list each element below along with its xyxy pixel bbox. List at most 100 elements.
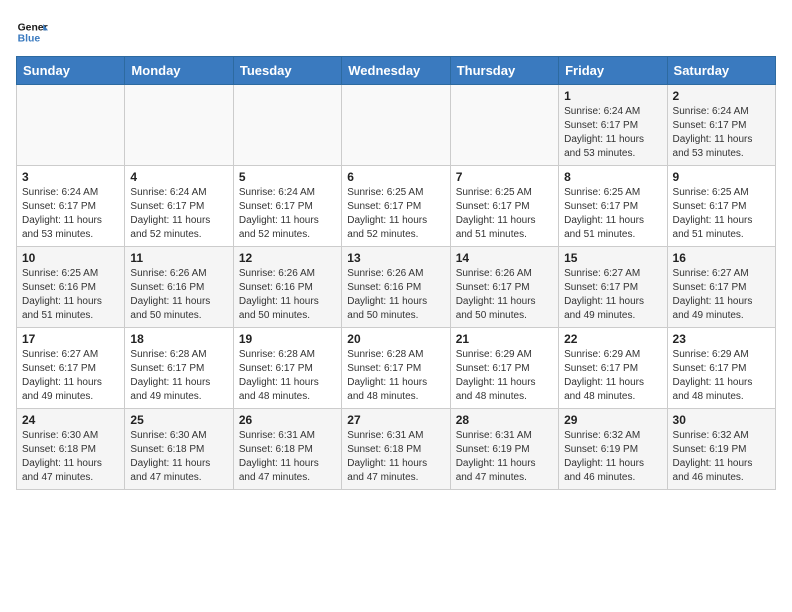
day-info: Sunrise: 6:29 AM Sunset: 6:17 PM Dayligh… xyxy=(456,348,553,404)
day-number: 22 xyxy=(564,332,661,346)
calendar-cell: 22 Sunrise: 6:29 AM Sunset: 6:17 PM Dayli… xyxy=(559,328,667,409)
day-info: Sunrise: 6:24 AM Sunset: 6:17 PM Dayligh… xyxy=(22,186,119,242)
day-number: 16 xyxy=(673,251,770,265)
day-info: Sunrise: 6:30 AM Sunset: 6:18 PM Dayligh… xyxy=(22,429,119,485)
weekday-header: Sunday xyxy=(17,57,125,85)
day-number: 24 xyxy=(22,413,119,427)
calendar-cell: 4 Sunrise: 6:24 AM Sunset: 6:17 PM Daylig… xyxy=(125,166,233,247)
day-number: 12 xyxy=(239,251,336,265)
calendar-cell: 18 Sunrise: 6:28 AM Sunset: 6:17 PM Dayli… xyxy=(125,328,233,409)
day-info: Sunrise: 6:29 AM Sunset: 6:17 PM Dayligh… xyxy=(673,348,770,404)
weekday-header: Thursday xyxy=(450,57,558,85)
day-number: 5 xyxy=(239,170,336,184)
calendar-cell: 3Sunrise: 6:24 AM Sunset: 6:17 PM Daylig… xyxy=(17,166,125,247)
calendar-cell xyxy=(125,85,233,166)
calendar-cell: 7Sunrise: 6:25 AM Sunset: 6:17 PM Daylig… xyxy=(450,166,558,247)
calendar-table: SundayMondayTuesdayWednesdayThursdayFrid… xyxy=(16,56,776,490)
day-number: 19 xyxy=(239,332,336,346)
day-number: 14 xyxy=(456,251,553,265)
day-number: 18 xyxy=(130,332,227,346)
calendar-cell: 11 Sunrise: 6:26 AM Sunset: 6:16 PM Dayli… xyxy=(125,247,233,328)
day-info: Sunrise: 6:28 AM Sunset: 6:17 PM Dayligh… xyxy=(239,348,336,404)
calendar-cell: 8 Sunrise: 6:25 AM Sunset: 6:17 PM Daylig… xyxy=(559,166,667,247)
day-number: 23 xyxy=(673,332,770,346)
calendar-header: SundayMondayTuesdayWednesdayThursdayFrid… xyxy=(17,57,776,85)
weekday-header: Monday xyxy=(125,57,233,85)
calendar-cell: 10 Sunrise: 6:25 AM Sunset: 6:16 PM Dayli… xyxy=(17,247,125,328)
day-info: Sunrise: 6:24 AM Sunset: 6:17 PM Dayligh… xyxy=(130,186,227,242)
day-number: 25 xyxy=(130,413,227,427)
calendar-cell: 6 Sunrise: 6:25 AM Sunset: 6:17 PM Daylig… xyxy=(342,166,450,247)
day-info: Sunrise: 6:24 AM Sunset: 6:17 PM Dayligh… xyxy=(564,105,661,161)
day-info: Sunrise: 6:26 AM Sunset: 6:16 PM Dayligh… xyxy=(130,267,227,323)
day-number: 10 xyxy=(22,251,119,265)
calendar-cell: 29 Sunrise: 6:32 AM Sunset: 6:19 PM Dayli… xyxy=(559,409,667,490)
day-number: 21 xyxy=(456,332,553,346)
day-number: 1 xyxy=(564,89,661,103)
weekday-header: Tuesday xyxy=(233,57,341,85)
day-number: 9 xyxy=(673,170,770,184)
calendar-cell: 15 Sunrise: 6:27 AM Sunset: 6:17 PM Dayli… xyxy=(559,247,667,328)
calendar-cell: 1 Sunrise: 6:24 AM Sunset: 6:17 PM Daylig… xyxy=(559,85,667,166)
day-number: 29 xyxy=(564,413,661,427)
day-number: 2 xyxy=(673,89,770,103)
day-number: 17 xyxy=(22,332,119,346)
day-number: 27 xyxy=(347,413,444,427)
calendar-cell: 13 Sunrise: 6:26 AM Sunset: 6:16 PM Dayli… xyxy=(342,247,450,328)
calendar-cell: 25 Sunrise: 6:30 AM Sunset: 6:18 PM Dayli… xyxy=(125,409,233,490)
calendar-cell: 27 Sunrise: 6:31 AM Sunset: 6:18 PM Dayli… xyxy=(342,409,450,490)
day-info: Sunrise: 6:32 AM Sunset: 6:19 PM Dayligh… xyxy=(564,429,661,485)
weekday-header: Saturday xyxy=(667,57,775,85)
day-info: Sunrise: 6:26 AM Sunset: 6:16 PM Dayligh… xyxy=(239,267,336,323)
day-number: 20 xyxy=(347,332,444,346)
day-info: Sunrise: 6:25 AM Sunset: 6:17 PM Dayligh… xyxy=(673,186,770,242)
logo: General Blue xyxy=(16,16,48,48)
day-info: Sunrise: 6:31 AM Sunset: 6:18 PM Dayligh… xyxy=(347,429,444,485)
calendar-cell: 9 Sunrise: 6:25 AM Sunset: 6:17 PM Daylig… xyxy=(667,166,775,247)
day-number: 28 xyxy=(456,413,553,427)
day-info: Sunrise: 6:25 AM Sunset: 6:17 PM Dayligh… xyxy=(564,186,661,242)
calendar-cell: 24 Sunrise: 6:30 AM Sunset: 6:18 PM Dayli… xyxy=(17,409,125,490)
day-info: Sunrise: 6:25 AM Sunset: 6:17 PM Dayligh… xyxy=(456,186,553,242)
calendar-cell xyxy=(342,85,450,166)
day-number: 15 xyxy=(564,251,661,265)
day-info: Sunrise: 6:26 AM Sunset: 6:16 PM Dayligh… xyxy=(347,267,444,323)
page-header: General Blue xyxy=(16,16,776,48)
day-number: 26 xyxy=(239,413,336,427)
logo-icon: General Blue xyxy=(16,16,48,48)
day-info: Sunrise: 6:29 AM Sunset: 6:17 PM Dayligh… xyxy=(564,348,661,404)
day-info: Sunrise: 6:27 AM Sunset: 6:17 PM Dayligh… xyxy=(22,348,119,404)
day-info: Sunrise: 6:32 AM Sunset: 6:19 PM Dayligh… xyxy=(673,429,770,485)
calendar-cell: 14Sunrise: 6:26 AM Sunset: 6:17 PM Dayli… xyxy=(450,247,558,328)
day-info: Sunrise: 6:28 AM Sunset: 6:17 PM Dayligh… xyxy=(347,348,444,404)
day-info: Sunrise: 6:31 AM Sunset: 6:18 PM Dayligh… xyxy=(239,429,336,485)
day-number: 8 xyxy=(564,170,661,184)
day-info: Sunrise: 6:24 AM Sunset: 6:17 PM Dayligh… xyxy=(239,186,336,242)
calendar-cell: 26 Sunrise: 6:31 AM Sunset: 6:18 PM Dayli… xyxy=(233,409,341,490)
calendar-cell: 17 Sunrise: 6:27 AM Sunset: 6:17 PM Dayli… xyxy=(17,328,125,409)
svg-text:Blue: Blue xyxy=(18,34,41,45)
day-number: 13 xyxy=(347,251,444,265)
day-info: Sunrise: 6:27 AM Sunset: 6:17 PM Dayligh… xyxy=(673,267,770,323)
weekday-header: Friday xyxy=(559,57,667,85)
day-number: 4 xyxy=(130,170,227,184)
day-number: 11 xyxy=(130,251,227,265)
day-info: Sunrise: 6:25 AM Sunset: 6:17 PM Dayligh… xyxy=(347,186,444,242)
calendar-cell: 12 Sunrise: 6:26 AM Sunset: 6:16 PM Dayli… xyxy=(233,247,341,328)
day-info: Sunrise: 6:31 AM Sunset: 6:19 PM Dayligh… xyxy=(456,429,553,485)
day-number: 30 xyxy=(673,413,770,427)
day-info: Sunrise: 6:30 AM Sunset: 6:18 PM Dayligh… xyxy=(130,429,227,485)
day-info: Sunrise: 6:27 AM Sunset: 6:17 PM Dayligh… xyxy=(564,267,661,323)
calendar-cell xyxy=(450,85,558,166)
day-info: Sunrise: 6:24 AM Sunset: 6:17 PM Dayligh… xyxy=(673,105,770,161)
calendar-cell: 20 Sunrise: 6:28 AM Sunset: 6:17 PM Dayli… xyxy=(342,328,450,409)
calendar-cell: 16 Sunrise: 6:27 AM Sunset: 6:17 PM Dayli… xyxy=(667,247,775,328)
day-number: 6 xyxy=(347,170,444,184)
day-info: Sunrise: 6:25 AM Sunset: 6:16 PM Dayligh… xyxy=(22,267,119,323)
calendar-cell: 19 Sunrise: 6:28 AM Sunset: 6:17 PM Dayli… xyxy=(233,328,341,409)
calendar-cell: 23 Sunrise: 6:29 AM Sunset: 6:17 PM Dayli… xyxy=(667,328,775,409)
calendar-cell: 30 Sunrise: 6:32 AM Sunset: 6:19 PM Dayli… xyxy=(667,409,775,490)
calendar-cell: 2 Sunrise: 6:24 AM Sunset: 6:17 PM Daylig… xyxy=(667,85,775,166)
day-info: Sunrise: 6:28 AM Sunset: 6:17 PM Dayligh… xyxy=(130,348,227,404)
calendar-cell xyxy=(17,85,125,166)
